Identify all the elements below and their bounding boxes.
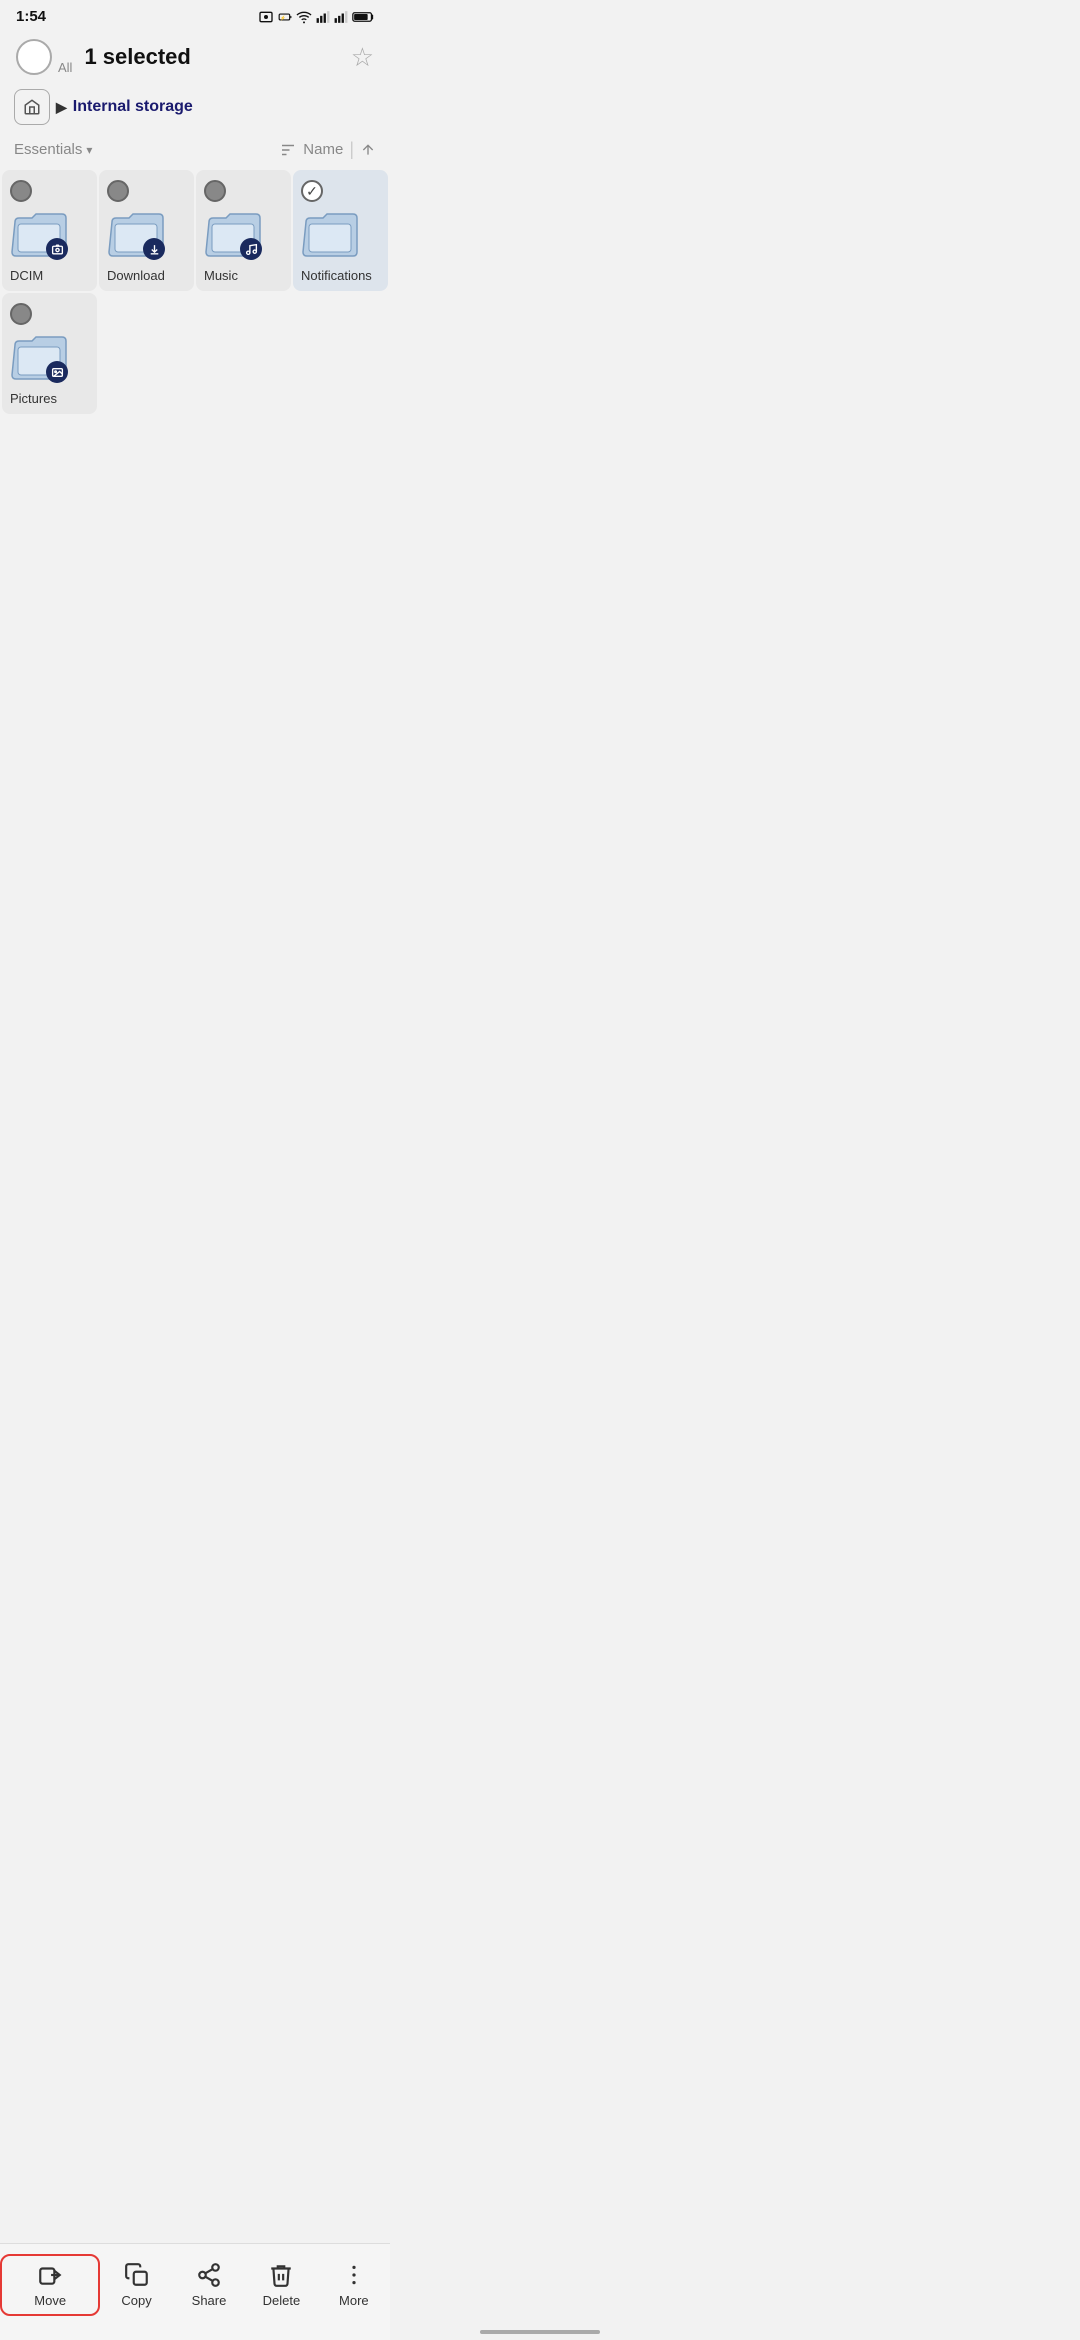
folder-item-pictures[interactable]: Pictures bbox=[2, 293, 97, 414]
select-all-button[interactable] bbox=[16, 39, 52, 75]
breadcrumb-arrow-icon: ▶ bbox=[56, 99, 67, 116]
delete-label: Delete bbox=[263, 2293, 301, 2308]
folder-name-dcim: DCIM bbox=[10, 268, 43, 283]
more-button[interactable]: More bbox=[318, 2262, 390, 2308]
download-badge bbox=[143, 238, 165, 260]
breadcrumb: ▶ Internal storage bbox=[0, 83, 390, 135]
pictures-badge bbox=[46, 361, 68, 383]
battery-icon bbox=[352, 11, 374, 23]
photo-icon bbox=[258, 9, 274, 25]
delete-button[interactable]: Delete bbox=[245, 2262, 317, 2308]
dcim-badge bbox=[46, 238, 68, 260]
header-left: All 1 selected bbox=[16, 39, 191, 75]
filter-dropdown-arrow-icon: ▾ bbox=[86, 143, 92, 157]
signal2-icon bbox=[334, 10, 348, 24]
status-time: 1:54 bbox=[16, 8, 46, 25]
status-bar: 1:54 ⚡ bbox=[0, 0, 390, 29]
bottom-handle bbox=[480, 2330, 600, 2334]
share-button[interactable]: Share bbox=[173, 2262, 245, 2308]
sort-controls: Name | bbox=[279, 139, 376, 160]
status-icons: ⚡ bbox=[258, 9, 374, 25]
content-spacer bbox=[0, 416, 390, 516]
folder-icon-dcim bbox=[10, 208, 68, 260]
folder-name-download: Download bbox=[107, 268, 165, 283]
toolbar: Essentials ▾ Name | bbox=[0, 135, 390, 168]
folder-select-pictures[interactable] bbox=[10, 303, 32, 325]
move-label: Move bbox=[34, 2293, 66, 2308]
folder-select-music[interactable] bbox=[204, 180, 226, 202]
folder-item-music[interactable]: Music bbox=[196, 170, 291, 291]
folder-name-pictures: Pictures bbox=[10, 391, 57, 406]
folder-select-dcim[interactable] bbox=[10, 180, 32, 202]
select-all-label: All bbox=[58, 60, 72, 75]
star-button[interactable]: ☆ bbox=[351, 42, 374, 73]
copy-icon bbox=[124, 2262, 150, 2288]
move-button[interactable]: Move bbox=[0, 2254, 100, 2316]
sort-icon[interactable] bbox=[279, 141, 297, 159]
folder-name-music: Music bbox=[204, 268, 238, 283]
home-button[interactable] bbox=[14, 89, 50, 125]
more-icon bbox=[341, 2262, 367, 2288]
copy-button[interactable]: Copy bbox=[100, 2262, 172, 2308]
action-bar: Move Copy Share Delete bbox=[0, 2243, 390, 2340]
move-icon bbox=[37, 2262, 63, 2288]
sort-label: Name bbox=[303, 141, 343, 158]
folder-icon-notifications bbox=[301, 208, 359, 260]
more-label: More bbox=[339, 2293, 369, 2308]
breadcrumb-path[interactable]: Internal storage bbox=[73, 98, 193, 116]
selected-count: 1 selected bbox=[84, 44, 190, 70]
divider: | bbox=[349, 139, 354, 160]
header: All 1 selected ☆ bbox=[0, 29, 390, 83]
folder-item-download[interactable]: Download bbox=[99, 170, 194, 291]
copy-label: Copy bbox=[121, 2293, 151, 2308]
folder-item-notifications[interactable]: ✓ Notifications bbox=[293, 170, 388, 291]
delete-icon bbox=[268, 2262, 294, 2288]
music-badge bbox=[240, 238, 262, 260]
share-label: Share bbox=[192, 2293, 227, 2308]
wifi-icon bbox=[296, 9, 312, 25]
folder-grid: DCIM Download bbox=[0, 168, 390, 416]
filter-label: Essentials bbox=[14, 141, 82, 158]
share-icon bbox=[196, 2262, 222, 2288]
filter-dropdown[interactable]: Essentials ▾ bbox=[14, 141, 92, 158]
svg-text:⚡: ⚡ bbox=[280, 14, 286, 21]
folder-icon-download bbox=[107, 208, 165, 260]
folder-icon-music bbox=[204, 208, 262, 260]
sort-up-icon[interactable] bbox=[360, 142, 376, 158]
folder-icon-pictures bbox=[10, 331, 68, 383]
folder-name-notifications: Notifications bbox=[301, 268, 372, 283]
folder-select-notifications[interactable]: ✓ bbox=[301, 180, 323, 202]
folder-select-download[interactable] bbox=[107, 180, 129, 202]
battery-saver-icon: ⚡ bbox=[278, 10, 292, 24]
signal1-icon bbox=[316, 10, 330, 24]
folder-item-dcim[interactable]: DCIM bbox=[2, 170, 97, 291]
